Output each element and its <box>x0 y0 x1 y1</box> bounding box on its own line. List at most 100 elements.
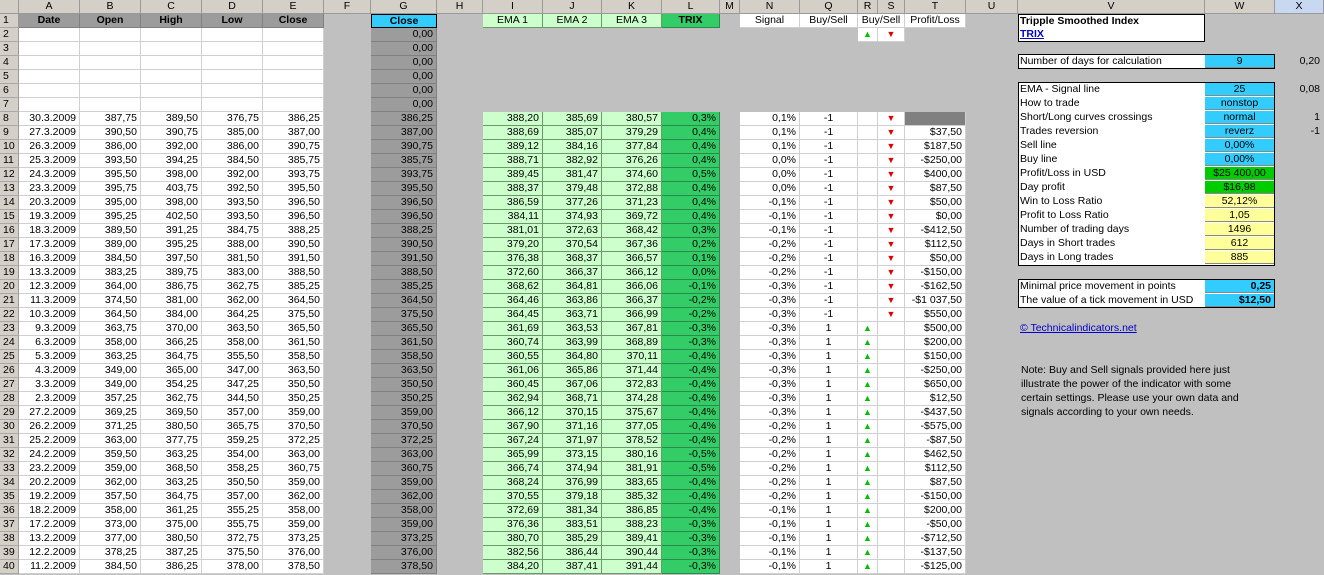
close-copy-cell[interactable]: 385,25 <box>371 280 437 294</box>
high-cell[interactable]: 398,00 <box>141 196 202 210</box>
date-cell[interactable]: 23.2.2009 <box>19 462 80 476</box>
trix-cell[interactable]: 0,3% <box>662 224 720 238</box>
row-number[interactable]: 24 <box>0 336 19 350</box>
open-cell[interactable]: 357,25 <box>80 392 141 406</box>
row-number[interactable]: 2 <box>0 28 19 42</box>
trix-cell[interactable]: 0,2% <box>662 238 720 252</box>
low-cell[interactable]: 344,50 <box>202 392 263 406</box>
empty-cell[interactable] <box>19 56 80 70</box>
high-cell[interactable]: 368,50 <box>141 462 202 476</box>
sell-marker-cell[interactable] <box>878 532 905 546</box>
close-zero-value[interactable]: 0,00 <box>371 70 437 84</box>
empty-cell[interactable] <box>202 84 263 98</box>
trix-cell[interactable]: -0,4% <box>662 406 720 420</box>
buysell-cell[interactable]: 1 <box>800 336 858 350</box>
row-number[interactable]: 18 <box>0 252 19 266</box>
high-cell[interactable]: 397,50 <box>141 252 202 266</box>
sell-marker-cell[interactable] <box>878 434 905 448</box>
date-cell[interactable]: 20.2.2009 <box>19 476 80 490</box>
close-cell[interactable]: 386,25 <box>263 112 324 126</box>
column-header-e[interactable]: E <box>263 0 324 14</box>
profit-loss-cell[interactable]: $87,50 <box>905 182 966 196</box>
ema3-cell[interactable]: 378,52 <box>602 434 662 448</box>
buysell-cell[interactable]: -1 <box>800 154 858 168</box>
row-number[interactable]: 39 <box>0 546 19 560</box>
close-cell[interactable]: 363,00 <box>263 448 324 462</box>
trix-cell[interactable]: -0,3% <box>662 518 720 532</box>
signal-cell[interactable]: -0,2% <box>740 434 800 448</box>
close-cell[interactable]: 376,00 <box>263 546 324 560</box>
open-cell[interactable]: 389,50 <box>80 224 141 238</box>
column-header-g[interactable]: G <box>371 0 437 14</box>
column-header-c[interactable]: C <box>141 0 202 14</box>
ema1-cell[interactable]: 376,36 <box>483 518 543 532</box>
empty-cell[interactable] <box>141 84 202 98</box>
low-cell[interactable]: 381,50 <box>202 252 263 266</box>
ema2-cell[interactable]: 383,51 <box>543 518 602 532</box>
header-close-copy[interactable]: Close <box>371 14 437 28</box>
ema3-cell[interactable]: 383,65 <box>602 476 662 490</box>
ema1-cell[interactable]: 384,11 <box>483 210 543 224</box>
date-cell[interactable]: 18.2.2009 <box>19 504 80 518</box>
ema2-cell[interactable]: 363,53 <box>543 322 602 336</box>
date-cell[interactable]: 12.2.2009 <box>19 546 80 560</box>
profit-loss-cell[interactable]: -$162,50 <box>905 280 966 294</box>
profit-loss-cell[interactable]: -$137,50 <box>905 546 966 560</box>
ema2-cell[interactable]: 385,29 <box>543 532 602 546</box>
signal-cell[interactable]: -0,3% <box>740 294 800 308</box>
signal-cell[interactable]: 0,0% <box>740 168 800 182</box>
close-cell[interactable]: 396,50 <box>263 210 324 224</box>
profit-loss-cell[interactable]: $37,50 <box>905 126 966 140</box>
row-number[interactable]: 40 <box>0 560 19 574</box>
ema1-cell[interactable]: 364,46 <box>483 294 543 308</box>
sell-marker-cell[interactable] <box>878 420 905 434</box>
signal-cell[interactable]: -0,2% <box>740 266 800 280</box>
high-cell[interactable]: 387,25 <box>141 546 202 560</box>
buysell-cell[interactable]: 1 <box>800 350 858 364</box>
ema3-cell[interactable]: 370,11 <box>602 350 662 364</box>
header-high[interactable]: High <box>141 14 202 28</box>
setting-value[interactable]: reverz <box>1205 125 1274 138</box>
row-number[interactable]: 16 <box>0 224 19 238</box>
close-zero-value[interactable]: 0,00 <box>371 42 437 56</box>
ema2-cell[interactable]: 381,34 <box>543 504 602 518</box>
signal-cell[interactable]: -0,2% <box>740 476 800 490</box>
close-cell[interactable]: 390,50 <box>263 238 324 252</box>
ema3-cell[interactable]: 368,89 <box>602 336 662 350</box>
high-cell[interactable]: 361,25 <box>141 504 202 518</box>
buysell-cell[interactable]: 1 <box>800 364 858 378</box>
header-ema1[interactable]: EMA 1 <box>483 14 543 28</box>
close-copy-cell[interactable]: 396,50 <box>371 196 437 210</box>
buy-marker-cell[interactable]: ▲ <box>858 518 878 532</box>
signal-cell[interactable]: -0,1% <box>740 518 800 532</box>
close-copy-cell[interactable]: 350,50 <box>371 378 437 392</box>
ema3-cell[interactable]: 369,72 <box>602 210 662 224</box>
ema1-cell[interactable]: 388,71 <box>483 154 543 168</box>
open-cell[interactable]: 373,00 <box>80 518 141 532</box>
trix-cell[interactable]: -0,4% <box>662 378 720 392</box>
trix-cell[interactable]: -0,3% <box>662 322 720 336</box>
close-cell[interactable]: 393,75 <box>263 168 324 182</box>
row-number[interactable]: 13 <box>0 182 19 196</box>
ema1-cell[interactable]: 382,56 <box>483 546 543 560</box>
signal-cell[interactable]: 0,0% <box>740 154 800 168</box>
close-cell[interactable]: 363,50 <box>263 364 324 378</box>
signal-cell[interactable]: -0,3% <box>740 336 800 350</box>
trix-cell[interactable]: -0,1% <box>662 280 720 294</box>
trix-cell[interactable]: -0,2% <box>662 294 720 308</box>
x12-value[interactable]: -1 <box>1280 124 1320 138</box>
close-cell[interactable]: 373,25 <box>263 532 324 546</box>
row-number[interactable]: 37 <box>0 518 19 532</box>
low-cell[interactable]: 355,50 <box>202 350 263 364</box>
profit-loss-cell[interactable]: $87,50 <box>905 476 966 490</box>
close-cell[interactable]: 361,50 <box>263 336 324 350</box>
close-cell[interactable]: 365,50 <box>263 322 324 336</box>
ema3-cell[interactable]: 371,44 <box>602 364 662 378</box>
high-cell[interactable]: 389,75 <box>141 266 202 280</box>
ema2-cell[interactable]: 366,37 <box>543 266 602 280</box>
close-cell[interactable]: 385,25 <box>263 280 324 294</box>
ema3-cell[interactable]: 366,12 <box>602 266 662 280</box>
ema3-cell[interactable]: 368,42 <box>602 224 662 238</box>
sell-marker-cell[interactable]: ▼ <box>878 154 905 168</box>
ema2-cell[interactable]: 363,71 <box>543 308 602 322</box>
